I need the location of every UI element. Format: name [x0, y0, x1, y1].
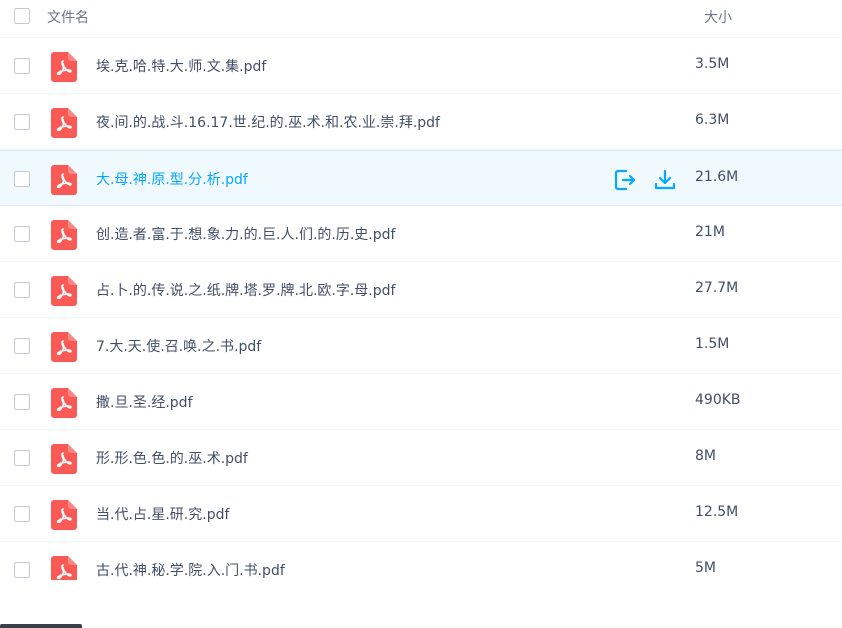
file-row[interactable]: 7.大.天.使.召.唤.之.书.pdf 1.5M [0, 318, 842, 374]
file-size: 12.5M [695, 504, 739, 520]
file-size: 6.3M [695, 112, 730, 128]
file-row[interactable]: 夜.间.的.战.斗.16.17.世.纪.的.巫.术.和.农.业.崇.拜.pdf … [0, 94, 842, 150]
file-row[interactable]: 当.代.占.星.研.究.pdf 12.5M [0, 486, 842, 542]
pdf-file-icon [51, 220, 77, 250]
pdf-file-icon [51, 165, 77, 195]
select-all-checkbox[interactable] [14, 8, 30, 24]
file-size: 3.5M [695, 56, 730, 72]
file-size: 5M [695, 560, 716, 576]
file-name[interactable]: 撒.旦.圣.经.pdf [96, 392, 193, 412]
file-name[interactable]: 形.形.色.色.的.巫.术.pdf [96, 448, 248, 468]
pdf-file-icon [51, 444, 77, 474]
column-header-name[interactable]: 文件名 [47, 7, 89, 27]
row-checkbox[interactable] [14, 282, 30, 298]
file-name[interactable]: 大.母.神.原.型.分.析.pdf [96, 169, 248, 189]
download-icon[interactable] [653, 168, 677, 192]
row-checkbox[interactable] [14, 338, 30, 354]
column-header-size[interactable]: 大小 [704, 7, 732, 27]
file-list: 文件名 大小 埃.克.哈.特.大.师.文.集.pdf 3.5M 夜.间.的.战.… [0, 0, 842, 580]
row-checkbox[interactable] [14, 506, 30, 522]
row-checkbox[interactable] [14, 58, 30, 74]
file-size: 8M [695, 448, 716, 464]
row-checkbox[interactable] [14, 562, 30, 578]
pdf-file-icon [51, 52, 77, 82]
pdf-file-icon [51, 388, 77, 418]
file-size: 21M [695, 224, 725, 240]
file-size: 1.5M [695, 336, 730, 352]
row-checkbox[interactable] [14, 226, 30, 242]
file-name[interactable]: 当.代.占.星.研.究.pdf [96, 504, 229, 524]
list-header: 文件名 大小 [0, 0, 842, 38]
share-icon[interactable] [613, 168, 637, 192]
file-row[interactable]: 撒.旦.圣.经.pdf 490KB [0, 374, 842, 430]
row-checkbox[interactable] [14, 171, 30, 187]
row-checkbox[interactable] [14, 450, 30, 466]
file-name[interactable]: 古.代.神.秘.学.院.入.门.书.pdf [96, 560, 285, 580]
pdf-file-icon [51, 108, 77, 138]
file-row[interactable]: 大.母.神.原.型.分.析.pdf 21.6M [0, 150, 842, 206]
file-row[interactable]: 占.卜.的.传.说.之.纸.牌.塔.罗.牌.北.欧.字.母.pdf 27.7M [0, 262, 842, 318]
file-size: 27.7M [695, 280, 739, 296]
pdf-file-icon [51, 332, 77, 362]
pdf-file-icon [51, 500, 77, 530]
file-name[interactable]: 夜.间.的.战.斗.16.17.世.纪.的.巫.术.和.农.业.崇.拜.pdf [96, 112, 440, 132]
pdf-file-icon [51, 556, 77, 580]
file-row[interactable]: 创.造.者.富.于.想.象.力.的.巨.人.们.的.历.史.pdf 21M [0, 206, 842, 262]
row-checkbox[interactable] [14, 394, 30, 410]
file-name[interactable]: 7.大.天.使.召.唤.之.书.pdf [96, 336, 261, 356]
file-row[interactable]: 埃.克.哈.特.大.师.文.集.pdf 3.5M [0, 38, 842, 94]
file-name[interactable]: 占.卜.的.传.说.之.纸.牌.塔.罗.牌.北.欧.字.母.pdf [96, 280, 395, 300]
file-name[interactable]: 创.造.者.富.于.想.象.力.的.巨.人.们.的.历.史.pdf [96, 224, 395, 244]
row-checkbox[interactable] [14, 114, 30, 130]
file-size: 490KB [695, 392, 741, 408]
file-name[interactable]: 埃.克.哈.特.大.师.文.集.pdf [96, 56, 266, 76]
file-size: 21.6M [695, 169, 739, 185]
scroll-indicator [0, 624, 82, 628]
file-row[interactable]: 形.形.色.色.的.巫.术.pdf 8M [0, 430, 842, 486]
file-row[interactable]: 古.代.神.秘.学.院.入.门.书.pdf 5M [0, 542, 842, 580]
pdf-file-icon [51, 276, 77, 306]
